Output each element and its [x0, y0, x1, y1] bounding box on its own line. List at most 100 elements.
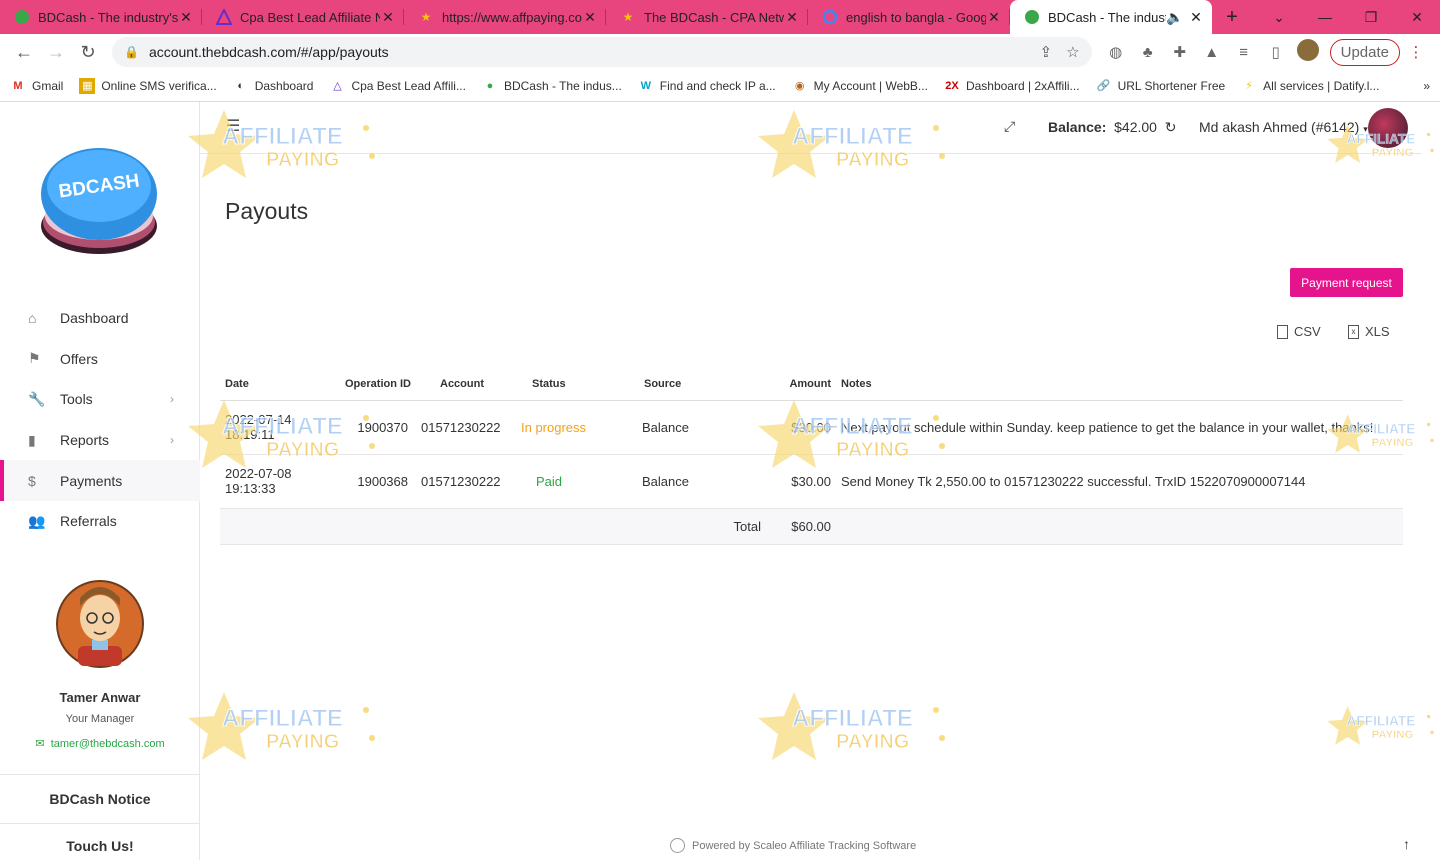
close-tab-icon[interactable]: ✕ — [178, 9, 194, 26]
column-header[interactable]: Account — [416, 368, 516, 401]
bookmark-item[interactable]: 🔗 URL Shortener Free — [1096, 78, 1225, 94]
xls-export-button[interactable]: x XLS — [1348, 324, 1390, 339]
sidebar: BDCASH ⌂ Dashboard ⚑ Offers 🔧 Tools › ▮ … — [0, 102, 200, 860]
bookmark-item[interactable]: ◐ Dashboard — [233, 78, 313, 94]
excel-file-icon: x — [1348, 324, 1359, 339]
close-tab-icon[interactable]: ✕ — [1188, 9, 1204, 26]
lock-icon[interactable]: 🔒 — [124, 45, 139, 59]
operation-id-cell: 1900368 — [340, 454, 416, 509]
restore-icon[interactable]: ❐ — [1348, 0, 1394, 34]
sidebar-item-reports[interactable]: ▮ Reports › — [0, 420, 200, 461]
browser-tab[interactable]: ★ https://www.affpaying.com ✕ — [404, 0, 606, 34]
user-avatar[interactable] — [1368, 108, 1408, 148]
wrench-icon: 🔧 — [28, 390, 46, 407]
cpa-favicon-icon — [216, 9, 232, 25]
notice-link[interactable]: BDCash Notice — [0, 774, 200, 824]
browser-tab[interactable]: english to bangla - Googl ✕ — [808, 0, 1010, 34]
sidebar-item-referrals[interactable]: 👥 Referrals — [0, 501, 200, 542]
bookmark-item[interactable]: 2X Dashboard | 2xAffili... — [944, 78, 1079, 94]
bdcash-icon: ● — [486, 79, 494, 92]
reload-icon[interactable]: ↻ — [72, 42, 104, 63]
tab-search-icon[interactable]: ⌄ — [1256, 0, 1302, 34]
scroll-top-icon[interactable]: ↑ — [1403, 836, 1410, 852]
column-header[interactable]: Date — [220, 368, 340, 401]
bookmark-item[interactable]: M Gmail — [10, 78, 63, 94]
hamburger-menu-icon[interactable]: ☰ — [226, 116, 240, 136]
reading-list-icon[interactable]: ≡ — [1228, 44, 1260, 61]
manager-name: Tamer Anwar — [59, 690, 141, 705]
user-menu[interactable]: Md akash Ahmed (#6142) ▾ — [1199, 119, 1368, 135]
bookmark-star-icon[interactable]: ☆ — [1066, 43, 1079, 61]
table-row: 2022-07-08 19:13:33 1900368 01571230222 P… — [220, 454, 1403, 509]
column-header[interactable]: Amount — [766, 368, 836, 401]
column-header[interactable]: Status — [516, 368, 616, 401]
fullscreen-icon[interactable]: ⤢ — [1004, 118, 1015, 135]
table-row: 2022-07-14 18:19:11 1900370 01571230222 I… — [220, 400, 1403, 455]
envelope-icon: ✉ — [35, 738, 45, 750]
bookmark-item[interactable]: ▦ Online SMS verifica... — [79, 77, 217, 94]
sidebar-item-dashboard[interactable]: ⌂ Dashboard — [0, 298, 200, 339]
share-icon[interactable]: ⇪ — [1040, 43, 1053, 61]
bar-chart-icon: ▮ — [28, 431, 36, 448]
bookmarks-bar: M Gmail ▦ Online SMS verifica... ◐ Dashboar… — [0, 70, 1440, 102]
labs-flask-icon[interactable]: ▲ — [1196, 44, 1228, 61]
account-cell: 01571230222 — [416, 400, 516, 455]
csv-export-button[interactable]: CSV — [1277, 324, 1321, 339]
extension-globe-icon[interactable]: ◍ — [1100, 43, 1132, 61]
url-field[interactable]: 🔒 account.thebdcash.com/#/app/payouts ⇪ … — [112, 37, 1092, 67]
speaker-icon[interactable]: 🔈 — [1166, 9, 1183, 26]
sidebar-item-tools[interactable]: 🔧 Tools › — [0, 379, 200, 420]
amount-cell: $30.00 — [766, 400, 836, 455]
address-bar: ← → ↻ 🔒 account.thebdcash.com/#/app/payo… — [0, 34, 1440, 70]
ip-check-icon: W — [640, 79, 651, 92]
forward-icon[interactable]: → — [40, 42, 72, 63]
chevron-right-icon: › — [170, 433, 174, 448]
status-badge: In progress — [516, 400, 616, 455]
bookmark-item[interactable]: W Find and check IP a... — [638, 78, 776, 94]
bookmark-item[interactable]: ◉ My Account | WebB... — [792, 78, 928, 94]
google-favicon-icon — [822, 9, 838, 25]
close-tab-icon[interactable]: ✕ — [582, 9, 598, 26]
notes-cell: Send Money Tk 2,550.00 to 01571230222 su… — [836, 454, 1403, 509]
close-tab-icon[interactable]: ✕ — [380, 9, 396, 26]
refresh-icon[interactable]: ↻ — [1165, 119, 1177, 135]
footer-powered-by[interactable]: Powered by Scaleo Affiliate Tracking Sof… — [670, 838, 916, 853]
home-icon: ⌂ — [28, 310, 37, 327]
column-header[interactable]: Notes — [836, 368, 1403, 401]
date-cell: 2022-07-08 19:13:33 — [220, 454, 340, 509]
extensions-puzzle-icon[interactable]: ✚ — [1164, 43, 1196, 61]
bookmark-item[interactable]: △ Cpa Best Lead Affili... — [329, 78, 466, 94]
browser-tab[interactable]: ★ The BDCash - CPA Netwo ✕ — [606, 0, 808, 34]
url-text: account.thebdcash.com/#/app/payouts — [148, 44, 389, 60]
column-header[interactable]: Source — [616, 368, 766, 401]
back-icon[interactable]: ← — [8, 42, 40, 63]
total-value: $60.00 — [766, 508, 836, 545]
close-tab-icon[interactable]: ✕ — [784, 9, 800, 26]
profile-avatar-icon[interactable] — [1292, 39, 1324, 65]
sidebar-item-offers[interactable]: ⚑ Offers — [0, 339, 200, 380]
payment-request-button[interactable]: Payment request — [1290, 268, 1403, 297]
browser-tab-active[interactable]: BDCash - The industry 🔈 ✕ — [1010, 0, 1212, 34]
new-tab-icon[interactable]: + — [1212, 6, 1252, 29]
operation-id-cell: 1900370 — [340, 400, 416, 455]
close-window-icon[interactable]: ✕ — [1394, 0, 1440, 34]
close-tab-icon[interactable]: ✕ — [986, 9, 1002, 26]
bookmark-item[interactable]: ● BDCash - The indus... — [482, 78, 622, 94]
source-cell: Balance — [616, 454, 766, 509]
manager-email-link[interactable]: ✉ tamer@thebdcash.com — [0, 737, 200, 750]
more-menu-icon[interactable]: ⋮ — [1400, 43, 1432, 61]
bdcash-logo[interactable]: BDCASH — [38, 142, 160, 260]
update-button[interactable]: Update — [1329, 38, 1400, 66]
column-header[interactable]: Operation ID — [340, 368, 416, 401]
bookmark-item[interactable]: ⚡ All services | Datify.l... — [1241, 78, 1379, 94]
side-panel-icon[interactable]: ▯ — [1260, 43, 1292, 61]
browser-tab[interactable]: Cpa Best Lead Affiliate Ne ✕ — [202, 0, 404, 34]
more-bookmarks-icon[interactable]: » — [1423, 79, 1430, 93]
top-bar: ☰ ⤢ Balance: $42.00 ↻ Md akash Ahmed (#6… — [200, 102, 1422, 154]
minimize-icon[interactable]: — — [1302, 0, 1348, 34]
browser-tab[interactable]: BDCash - The industry's le ✕ — [0, 0, 202, 34]
2xaffiliate-icon: 2X — [945, 79, 959, 92]
touch-us-link[interactable]: Touch Us! — [0, 838, 200, 854]
sidebar-item-payments[interactable]: $ Payments — [0, 460, 200, 501]
extension-icon[interactable]: ♣ — [1132, 44, 1164, 61]
